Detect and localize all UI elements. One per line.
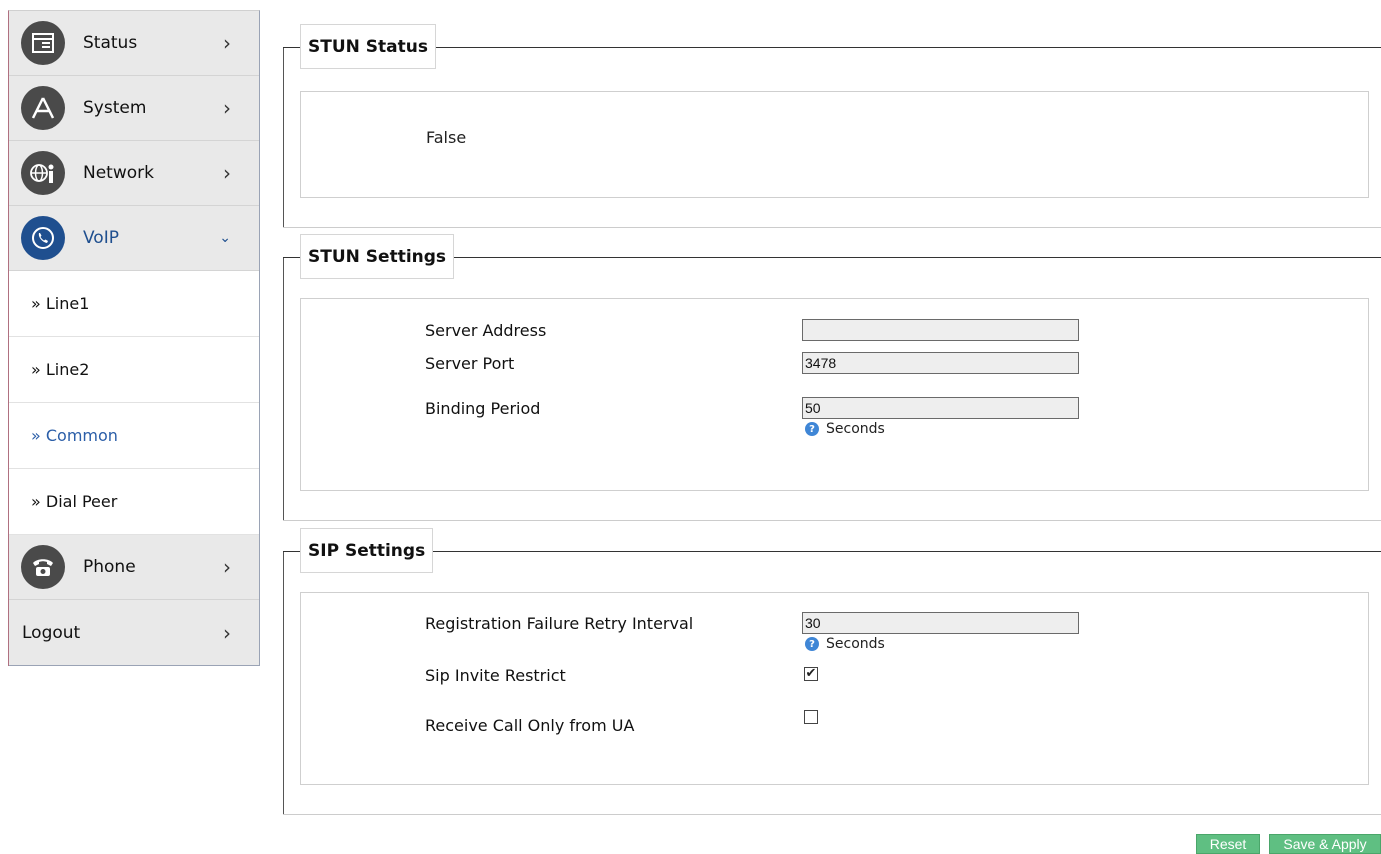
help-icon[interactable]: ? — [805, 637, 819, 651]
section-border — [283, 551, 1381, 552]
section-border — [283, 258, 284, 521]
sub-item-common[interactable]: » Common — [9, 403, 259, 469]
section-border — [283, 48, 284, 228]
chevron-right-icon: › — [223, 31, 231, 55]
menu-label: Status — [83, 33, 138, 53]
sidebar: Status › System › Network › VoIP ⌄ » Lin… — [8, 10, 260, 666]
retry-interval-input[interactable] — [802, 612, 1079, 634]
binding-period-input[interactable] — [802, 397, 1079, 419]
binding-period-label: Binding Period — [425, 399, 541, 418]
section-border — [283, 47, 1381, 48]
retry-interval-unit: Seconds — [826, 636, 885, 652]
stun-status-value: False — [426, 128, 467, 147]
menu-label: System — [83, 98, 147, 118]
chevron-right-icon: › — [223, 555, 231, 579]
server-port-input[interactable] — [802, 352, 1079, 374]
retry-interval-label: Registration Failure Retry Interval — [425, 614, 694, 633]
invite-restrict-label: Sip Invite Restrict — [425, 666, 566, 685]
section-border — [283, 227, 1381, 228]
menu-label: Network — [83, 163, 154, 183]
section-border — [283, 814, 1381, 815]
menu-label: Phone — [83, 557, 136, 577]
chevron-right-icon: › — [223, 161, 231, 185]
network-icon — [21, 151, 65, 195]
phone-icon — [21, 545, 65, 589]
invite-restrict-checkbox[interactable]: ✔ — [804, 667, 818, 681]
status-icon — [21, 21, 65, 65]
stun-status-panel: False — [300, 91, 1369, 198]
chevron-down-icon: ⌄ — [219, 230, 231, 246]
server-port-label: Server Port — [425, 354, 515, 373]
server-address-label: Server Address — [425, 321, 547, 340]
server-address-input[interactable] — [802, 319, 1079, 341]
menu-item-logout[interactable]: Logout › — [9, 600, 259, 666]
binding-period-unit: Seconds — [826, 421, 885, 437]
chevron-right-icon: › — [223, 620, 231, 645]
section-border — [283, 520, 1381, 521]
sub-item-dial-peer[interactable]: » Dial Peer — [9, 469, 259, 535]
reset-button[interactable]: Reset — [1196, 834, 1260, 854]
save-apply-button[interactable]: Save & Apply — [1269, 834, 1381, 854]
sub-item-line2[interactable]: » Line2 — [9, 337, 259, 403]
stun-settings-title: STUN Settings — [300, 234, 455, 279]
sip-settings-title: SIP Settings — [300, 528, 434, 573]
sub-item-line1[interactable]: » Line1 — [9, 271, 259, 337]
chevron-right-icon: › — [223, 96, 231, 120]
stun-status-title: STUN Status — [300, 24, 436, 69]
retry-interval-hint: ? Seconds — [805, 636, 885, 652]
menu-label: Logout — [22, 622, 81, 643]
binding-period-hint: ? Seconds — [805, 421, 885, 437]
menu-label: VoIP — [83, 228, 119, 248]
receive-ua-checkbox[interactable] — [804, 710, 818, 724]
menu-item-status[interactable]: Status › — [9, 11, 259, 76]
voip-icon — [21, 216, 65, 260]
menu-item-network[interactable]: Network › — [9, 141, 259, 206]
menu-item-voip[interactable]: VoIP ⌄ — [9, 206, 259, 271]
help-icon[interactable]: ? — [805, 422, 819, 436]
system-icon — [21, 86, 65, 130]
menu-item-system[interactable]: System › — [9, 76, 259, 141]
menu-item-phone[interactable]: Phone › — [9, 535, 259, 600]
section-border — [283, 552, 284, 815]
receive-ua-label: Receive Call Only from UA — [425, 716, 635, 735]
